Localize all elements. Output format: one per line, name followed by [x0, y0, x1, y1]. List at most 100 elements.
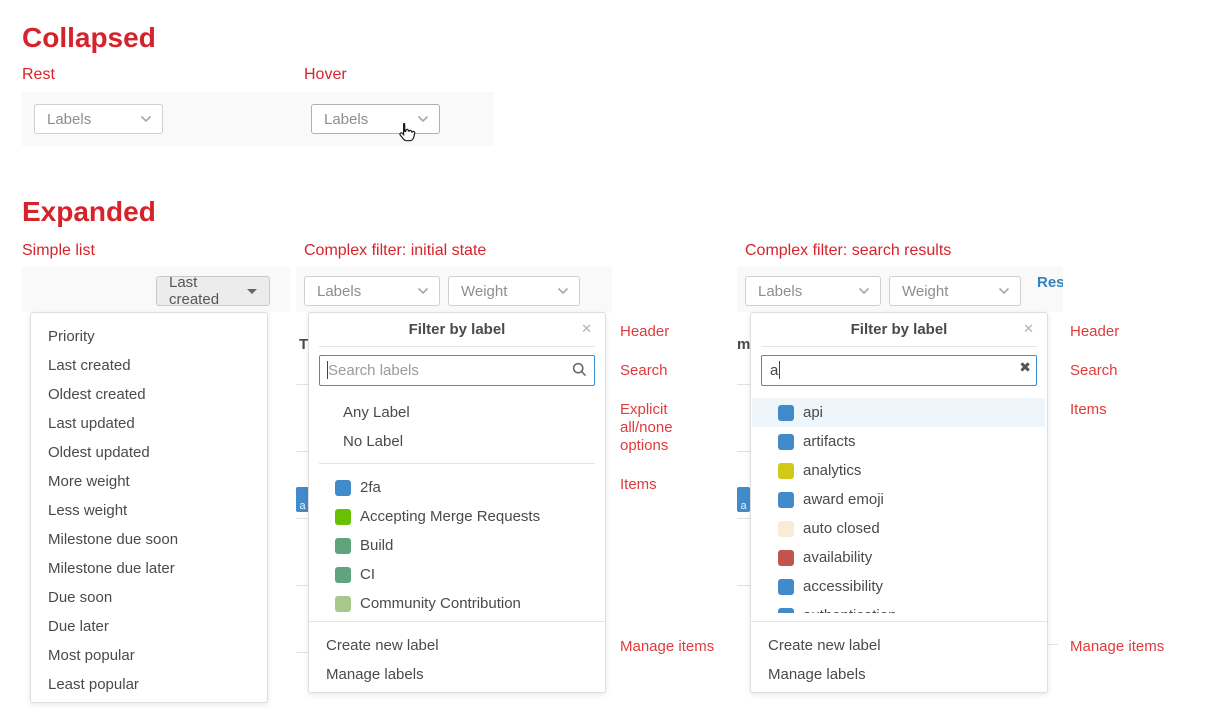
occluded-divider-fragment	[1048, 644, 1058, 645]
sort-option[interactable]: Oldest created	[31, 380, 267, 409]
no-label-option[interactable]: No Label	[309, 427, 604, 456]
label-option[interactable]: award emoji	[752, 485, 1045, 514]
occluded-divider-fragment	[296, 585, 308, 586]
sort-option[interactable]: Less weight	[31, 496, 267, 525]
weight-filter-dropdown-search[interactable]: Weight	[889, 276, 1021, 306]
search-labels-input[interactable]	[761, 355, 1037, 386]
chevron-down-icon	[557, 287, 569, 295]
manage-labels-action[interactable]: Manage labels	[751, 660, 1046, 689]
sort-option[interactable]: Milestone due soon	[31, 525, 267, 554]
clear-search-icon[interactable]: ✖	[1019, 360, 1031, 376]
sort-option[interactable]: Last updated	[31, 409, 267, 438]
sort-option[interactable]: Milestone due later	[31, 554, 267, 583]
annotation-search: Search	[1070, 362, 1118, 380]
panel-title: Filter by label	[751, 313, 1047, 346]
annotation-items: Items	[1070, 401, 1107, 419]
close-icon[interactable]: ✕	[581, 313, 592, 346]
sort-option[interactable]: More weight	[31, 467, 267, 496]
example-label-simple-list: Simple list	[22, 242, 95, 260]
sort-option[interactable]: Due later	[31, 612, 267, 641]
reset-link[interactable]: Res	[1037, 274, 1063, 291]
label-name: 2fa	[360, 479, 381, 496]
occluded-divider-fragment	[296, 384, 308, 385]
label-name: award emoji	[803, 491, 884, 508]
label-name: Community Contribution	[360, 595, 521, 612]
state-label-rest: Rest	[22, 66, 55, 84]
chevron-down-icon	[998, 287, 1010, 295]
hand-cursor-icon	[395, 121, 417, 145]
label-option-highlighted[interactable]: api	[752, 398, 1045, 427]
sort-dropdown-button[interactable]: Last created	[156, 276, 270, 306]
label-option[interactable]: artifacts	[752, 427, 1045, 456]
label-name: authentication	[803, 607, 896, 613]
annotation-manage-items: Manage items	[620, 638, 714, 656]
sort-option[interactable]: Oldest updated	[31, 438, 267, 467]
annotation-header: Header	[620, 323, 669, 341]
sort-dropdown-button-text: Last created	[169, 274, 239, 308]
label-name: api	[803, 404, 823, 421]
occluded-text-fragment: m	[737, 336, 750, 353]
label-color-swatch	[778, 492, 794, 508]
labels-filter-dropdown-initial[interactable]: Labels	[304, 276, 440, 306]
labels-dropdown-rest-text: Labels	[47, 111, 91, 128]
chevron-down-icon	[417, 115, 429, 123]
occluded-divider-fragment	[296, 451, 308, 452]
create-new-label-action[interactable]: Create new label	[751, 631, 1046, 660]
manage-labels-action[interactable]: Manage labels	[309, 660, 604, 689]
occluded-divider-fragment	[737, 384, 750, 385]
text-caret	[327, 361, 328, 379]
label-name: Accepting Merge Requests	[360, 508, 540, 525]
label-option[interactable]: analytics	[752, 456, 1045, 485]
occluded-divider-fragment	[737, 518, 750, 519]
panel-title: Filter by label	[309, 313, 605, 346]
label-option[interactable]: CI	[309, 560, 604, 589]
annotation-manage-items: Manage items	[1070, 638, 1164, 656]
label-color-swatch	[778, 434, 794, 450]
label-name: auto closed	[803, 520, 880, 537]
sort-option[interactable]: Priority	[31, 322, 267, 351]
label-filter-dropdown-panel-search: Filter by label ✕ ✖ api artifacts analyt…	[750, 312, 1048, 693]
labels-filter-text: Labels	[317, 283, 361, 300]
text-caret	[779, 361, 780, 379]
state-label-hover: Hover	[304, 66, 347, 84]
weight-filter-text: Weight	[902, 283, 948, 300]
label-option-clipped[interactable]: authentication	[752, 601, 1045, 613]
divider	[751, 621, 1047, 622]
search-labels-input[interactable]	[319, 355, 595, 386]
chevron-down-icon	[858, 287, 870, 295]
label-color-swatch	[778, 579, 794, 595]
close-icon[interactable]: ✕	[1023, 313, 1034, 346]
labels-filter-dropdown-search[interactable]: Labels	[745, 276, 881, 306]
label-name: analytics	[803, 462, 861, 479]
label-option[interactable]: Build	[309, 531, 604, 560]
label-option[interactable]: Accepting Merge Requests	[309, 502, 604, 531]
section-title-collapsed: Collapsed	[22, 22, 156, 54]
label-option[interactable]: 2fa	[309, 473, 604, 502]
label-option[interactable]: Community Contribution	[309, 589, 604, 618]
sort-option[interactable]: Last created	[31, 351, 267, 380]
labels-dropdown-rest[interactable]: Labels	[34, 104, 163, 134]
label-color-swatch	[335, 538, 351, 554]
sort-option[interactable]: Least popular	[31, 670, 267, 699]
label-option[interactable]: auto closed	[752, 514, 1045, 543]
caret-down-icon	[247, 289, 257, 294]
divider	[309, 621, 605, 622]
label-color-swatch	[335, 567, 351, 583]
label-color-swatch	[335, 509, 351, 525]
any-label-option[interactable]: Any Label	[309, 398, 604, 427]
label-color-swatch	[778, 521, 794, 537]
label-option[interactable]: accessibility	[752, 572, 1045, 601]
labels-dropdown-hover[interactable]: Labels	[311, 104, 440, 134]
create-new-label-action[interactable]: Create new label	[309, 631, 604, 660]
label-color-swatch	[778, 550, 794, 566]
annotation-search: Search	[620, 362, 668, 380]
weight-filter-dropdown-initial[interactable]: Weight	[448, 276, 580, 306]
label-color-swatch	[335, 596, 351, 612]
sort-options-dropdown-panel: Priority Last created Oldest created Las…	[30, 312, 268, 703]
occluded-divider-fragment	[737, 451, 750, 452]
sort-option[interactable]: Most popular	[31, 641, 267, 670]
label-option[interactable]: availability	[752, 543, 1045, 572]
search-icon	[572, 362, 587, 377]
sort-option[interactable]: Due soon	[31, 583, 267, 612]
example-label-initial-state: Complex filter: initial state	[304, 242, 486, 260]
